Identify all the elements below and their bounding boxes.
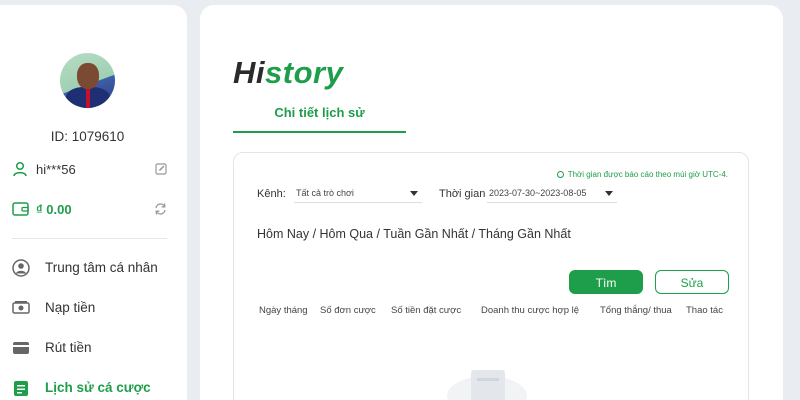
user-id: ID: 1079610 [50,129,125,144]
column-header-valid-turnover: Doanh thu cược hợp lệ [481,305,580,316]
empty-state-illustration [447,366,527,400]
quick-range-links[interactable]: Hôm Nay / Hôm Qua / Tuần Gần Nhất / Thán… [257,227,571,241]
date-range-select[interactable]: 2023-07-30~2023-08-05 [487,185,617,203]
timezone-note: Thời gian được báo cáo theo múi giờ UTC-… [556,170,728,179]
avatar-stripe [86,89,90,108]
table-header: Ngày tháng Số đơn cược Số tiền đặt cược … [234,305,750,319]
column-header-bet-count: Số đơn cược [320,305,376,316]
username-row: hi***56 [12,161,167,179]
date-range-value: 2023-07-30~2023-08-05 [489,188,587,198]
history-list-icon [14,381,28,396]
search-button[interactable]: Tìm [569,270,643,294]
tab-history-details[interactable]: Chi tiết lịch sử [233,101,406,133]
username: hi***56 [36,162,76,177]
page-title: History [233,55,343,91]
page-title-part2: story [265,55,344,90]
wallet-icon [12,202,29,216]
page-title-part1: Hi [233,55,265,90]
clock-icon [556,171,564,178]
user-circle-icon [12,259,30,277]
sidebar-item-label: Trung tâm cá nhân [45,260,158,275]
channel-select[interactable]: Tất cả trò chơi [294,185,422,203]
sidebar-item-personal-center[interactable]: Trung tâm cá nhân [12,259,177,299]
edit-button[interactable]: Sửa [655,270,729,294]
chevron-down-icon [605,191,613,196]
balance-value: ₫ 0.00 [36,202,72,217]
channel-select-value: Tất cả trò chơi [296,188,354,198]
edit-icon[interactable] [155,163,167,175]
channel-label: Kênh: [257,188,286,200]
avatar[interactable] [60,53,115,108]
time-label: Thời gian [439,188,486,200]
sidebar-item-bet-history[interactable]: Lịch sử cá cược [12,379,177,400]
refresh-icon[interactable] [154,202,167,216]
timezone-text: Thời gian được báo cáo theo múi giờ UTC-… [567,170,728,179]
sidebar-item-label: Nạp tiền [45,300,96,315]
deposit-icon [12,301,30,314]
sidebar-item-label: Rút tiền [45,340,92,355]
card-icon [13,342,29,354]
document-icon [471,370,505,400]
sidebar-item-withdraw[interactable]: Rút tiền [12,339,177,379]
column-header-win-loss: Tổng thắng/ thua [600,305,672,316]
column-header-actions: Thao tác [686,305,723,316]
document-line [477,378,499,381]
history-card: Thời gian được báo cáo theo múi giờ UTC-… [233,152,749,400]
chevron-down-icon [410,191,418,196]
main-panel: History Chi tiết lịch sử Thời gian được … [200,5,783,400]
balance-row: ₫ 0.00 [12,201,167,219]
sidebar-item-deposit[interactable]: Nạp tiền [12,299,177,339]
avatar-face [77,63,99,89]
column-header-bet-amount: Số tiền đặt cược [391,305,462,316]
sidebar-divider [12,238,167,239]
user-icon [13,161,27,177]
sidebar-item-label: Lịch sử cá cược [45,380,151,395]
sidebar: ID: 1079610 hi***56 ₫ 0.00 Trung tâm cá … [0,5,187,400]
sidebar-menu: Trung tâm cá nhân Nạp tiền Rút tiền Lịch… [12,259,177,400]
column-header-date: Ngày tháng [259,305,308,316]
